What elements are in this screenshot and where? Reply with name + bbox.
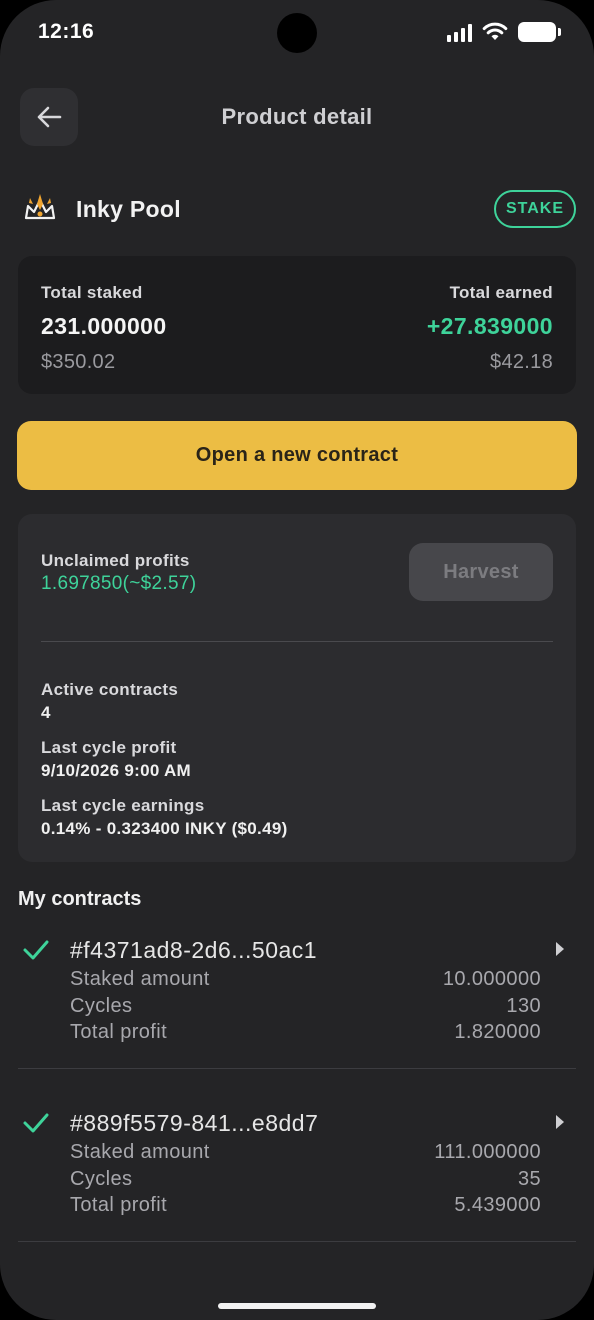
profits-card: Unclaimed profits 1.697850(~$2.57) Harve… — [18, 514, 576, 862]
total-earned-value: +27.839000 — [426, 313, 553, 339]
total-staked-value: 231.000000 — [41, 313, 167, 339]
last-cycle-profit-value: 9/10/2026 9:00 AM — [41, 761, 192, 780]
total-profit-value: 5.439000 — [454, 1194, 541, 1216]
product-name: Inky Pool — [76, 196, 181, 222]
cellular-signal-icon — [447, 22, 472, 42]
home-indicator[interactable] — [218, 1303, 376, 1309]
wifi-icon — [482, 22, 508, 40]
staked-amount-label: Staked amount — [70, 1141, 210, 1163]
staked-amount-label: Staked amount — [70, 968, 210, 990]
staked-amount-row: Staked amount 111.000000 — [70, 1141, 541, 1164]
cycles-value: 130 — [506, 995, 541, 1017]
divider — [18, 1068, 576, 1069]
checkmark-icon — [23, 940, 49, 960]
cycles-label: Cycles — [70, 995, 133, 1017]
battery-icon — [518, 22, 561, 42]
status-icons — [447, 22, 561, 42]
stake-badge: STAKE — [494, 190, 576, 228]
total-profit-row: Total profit 1.820000 — [70, 1021, 541, 1044]
cycles-value: 35 — [517, 1168, 541, 1190]
contract-item[interactable]: #f4371ad8-2d6...50ac1 Staked amount 10.0… — [18, 926, 576, 1068]
staked-amount-row: Staked amount 10.000000 — [70, 968, 541, 991]
active-contracts-value: 4 — [41, 703, 51, 722]
last-cycle-profit-label: Last cycle profit — [41, 738, 177, 757]
unclaimed-profits-value: 1.697850(~$2.57) — [41, 573, 197, 594]
my-contracts-title: My contracts — [18, 888, 142, 910]
checkmark-icon — [23, 1113, 49, 1133]
last-cycle-earnings-value: 0.14% - 0.323400 INKY ($0.49) — [41, 819, 288, 838]
divider — [41, 641, 553, 642]
active-contracts-label: Active contracts — [41, 680, 179, 699]
total-staked-usd: $350.02 — [41, 351, 116, 373]
contract-id: #889f5579-841...e8dd7 — [70, 1110, 319, 1136]
total-staked-label: Total staked — [41, 283, 143, 302]
totals-card: Total staked 231.000000 $350.02 Total ea… — [18, 256, 576, 394]
total-profit-value: 1.820000 — [454, 1021, 541, 1043]
cycles-label: Cycles — [70, 1168, 133, 1190]
staked-amount-value: 10.000000 — [442, 968, 541, 990]
contract-id: #f4371ad8-2d6...50ac1 — [70, 937, 318, 963]
chevron-right-icon — [556, 942, 564, 956]
inky-pool-logo-icon — [24, 194, 56, 220]
cycles-row: Cycles 35 — [70, 1168, 541, 1191]
phone-screen: 12:16 Product detail Inky Pool STAKE Tot… — [0, 0, 594, 1320]
harvest-button[interactable]: Harvest — [409, 543, 553, 601]
total-profit-label: Total profit — [70, 1021, 168, 1043]
total-earned-label: Total earned — [449, 283, 553, 302]
total-earned-usd: $42.18 — [490, 351, 553, 373]
unclaimed-profits-label: Unclaimed profits — [41, 551, 190, 570]
total-profit-row: Total profit 5.439000 — [70, 1194, 541, 1217]
front-camera — [277, 13, 317, 53]
page-title: Product detail — [221, 104, 373, 129]
contract-item[interactable]: #889f5579-841...e8dd7 Staked amount 111.… — [18, 1099, 576, 1241]
chevron-right-icon — [556, 1115, 564, 1129]
staked-amount-value: 111.000000 — [434, 1141, 541, 1163]
total-profit-label: Total profit — [70, 1194, 168, 1216]
status-time: 12:16 — [38, 20, 95, 43]
cycles-row: Cycles 130 — [70, 995, 541, 1018]
open-new-contract-button[interactable]: Open a new contract — [17, 421, 577, 490]
divider — [18, 1241, 576, 1242]
last-cycle-earnings-label: Last cycle earnings — [41, 796, 205, 815]
